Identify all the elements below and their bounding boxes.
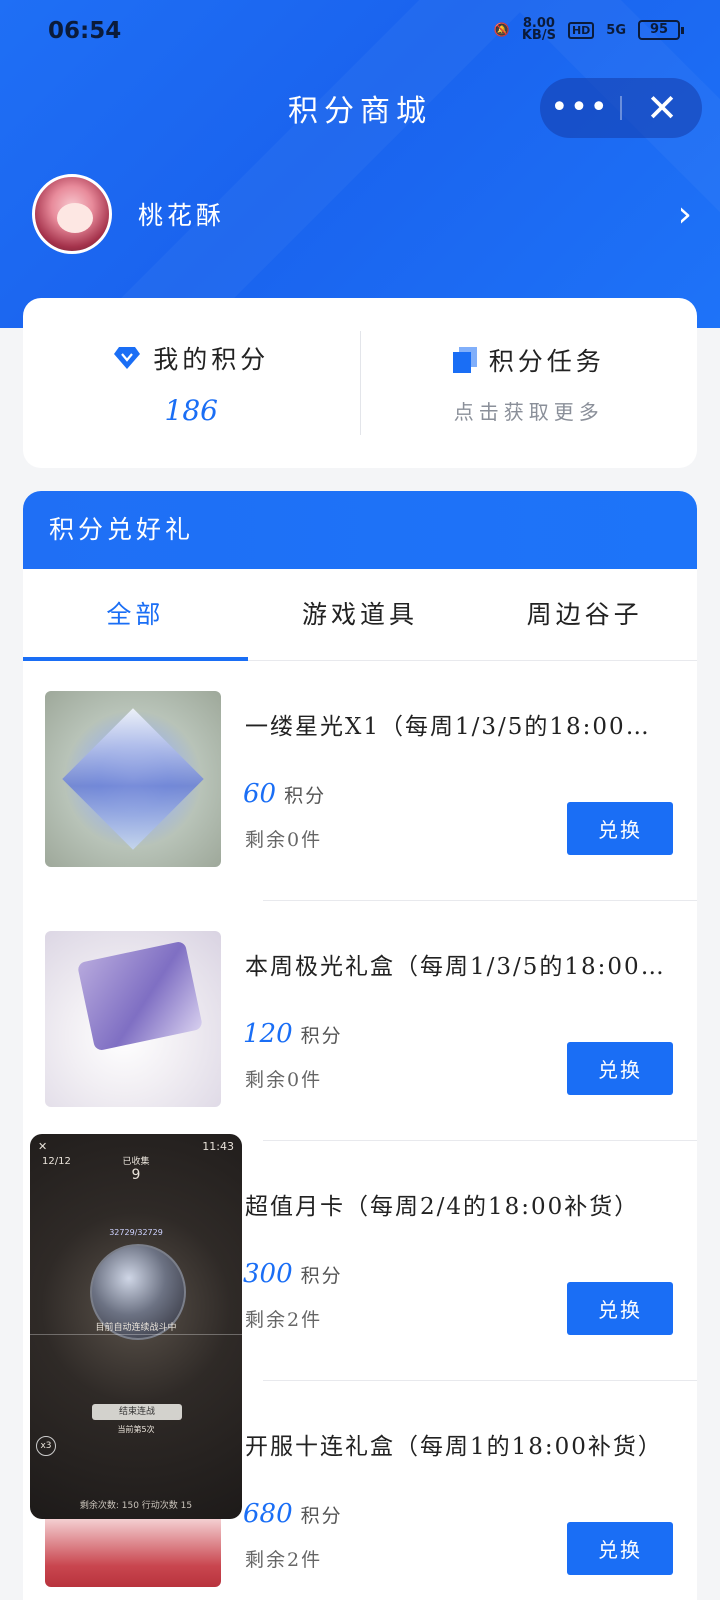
my-points[interactable]: 我的积分 186 [23,298,360,468]
tab-all[interactable]: 全部 [23,569,248,660]
battery-icon: 95 [638,20,684,40]
network-speed: 8.00 KB/S [521,17,556,43]
header-background: 06:54 🔕 8.00 KB/S HD 5G 95 积分商城 ••• ✕ 桃花… [0,0,720,328]
redeem-header: 积分兑好礼 [23,491,697,569]
chevron-right-icon[interactable]: › [678,194,692,235]
mini-program-capsule: ••• ✕ [540,78,702,138]
my-points-label: 我的积分 [153,344,270,374]
pip-speed-button[interactable]: x3 [36,1436,56,1456]
price-unit: 积分 [300,1505,343,1527]
points-tasks[interactable]: 积分任务 点击获取更多 [361,298,698,468]
price-value: 300 [243,1259,293,1289]
product-title: 开服十连礼盒（每周1的18:00补货） [245,1434,663,1460]
price-unit: 积分 [300,1025,343,1047]
price-value: 60 [243,779,277,809]
pip-top-bar: ✕ 11:43 [38,1140,234,1153]
diamond-icon [113,346,141,370]
pip-current-run: 当前第5次 [117,1425,155,1434]
pip-auto-status: 目前自动连续战斗中 [95,1323,177,1333]
avatar[interactable] [32,174,112,254]
tab-game-items[interactable]: 游戏道具 [248,569,473,660]
floating-game-window[interactable]: ✕ 11:43 12/12 已收集 9 32729/32729 目前自动连续战斗… [30,1134,242,1519]
status-bar: 06:54 🔕 8.00 KB/S HD 5G 95 [0,0,720,64]
my-points-value: 186 [164,393,218,427]
product-title: 超值月卡（每周2/4的18:00补货） [245,1194,640,1220]
product-title: 一缕星光X1（每周1/3/5的18:00补货） [245,714,665,740]
product-stock: 剩余0件 [245,829,323,851]
profile-row[interactable]: 桃花酥 › [32,174,692,254]
pip-clock: 11:43 [202,1140,234,1153]
product-price: 300 积分 [243,1259,343,1289]
speed-unit: KB/S [521,28,556,43]
pip-close-icon[interactable]: ✕ [38,1140,47,1153]
pip-divider [30,1334,242,1335]
pip-hp: 32729/32729 [109,1228,163,1237]
username: 桃花酥 [138,201,226,230]
points-tasks-header: 积分任务 [452,342,605,378]
product-price: 60 积分 [243,779,326,809]
pip-bottom-info: 剩余次数: 150 行动次数 15 [79,1501,193,1511]
price-unit: 积分 [284,785,327,807]
hd-icon: HD [567,21,595,39]
price-value: 120 [243,1019,293,1049]
product-price: 680 积分 [243,1499,343,1529]
pip-collected-label: 已收集 [122,1157,150,1167]
tab-merch[interactable]: 周边谷子 [472,569,697,660]
points-card: 我的积分 186 积分任务 点击获取更多 [23,298,697,468]
product-stock: 剩余0件 [245,1069,323,1091]
mute-icon: 🔕 [493,22,510,38]
more-icon[interactable]: ••• [540,93,620,123]
task-icon [452,346,477,373]
product-stock: 剩余2件 [245,1309,323,1331]
product-title: 本周极光礼盒（每周1/3/5的18:00补货） [245,954,665,980]
points-tasks-subtitle: 点击获取更多 [453,399,604,424]
pip-end-battle-button[interactable]: 结束连战 [92,1404,182,1420]
pip-collected-value: 9 [131,1167,141,1183]
price-unit: 积分 [300,1265,343,1287]
points-tasks-label: 积分任务 [488,346,605,376]
redeem-button[interactable]: 兑换 [567,1282,673,1335]
signal-5g-icon: 5G [606,22,626,38]
status-time: 06:54 [48,18,122,44]
status-icons: 🔕 8.00 KB/S HD 5G 95 [493,17,684,43]
my-points-header: 我的积分 [113,340,269,376]
redeem-button[interactable]: 兑换 [567,1042,673,1095]
pip-collected: 已收集 9 [30,1154,242,1183]
close-icon[interactable]: ✕ [622,86,702,130]
category-tabs: 全部 游戏道具 周边谷子 [23,569,697,661]
product-price: 120 积分 [243,1019,343,1049]
price-value: 680 [243,1499,293,1529]
list-item[interactable]: 一缕星光X1（每周1/3/5的18:00补货） 60 积分 剩余0件 兑换 [23,661,697,901]
product-stock: 剩余2件 [245,1549,323,1571]
product-image[interactable] [45,691,221,867]
redeem-button[interactable]: 兑换 [567,802,673,855]
list-item[interactable]: 本周极光礼盒（每周1/3/5的18:00补货） 120 积分 剩余0件 兑换 [23,901,697,1141]
product-image[interactable] [45,931,221,1107]
redeem-button[interactable]: 兑换 [567,1522,673,1575]
